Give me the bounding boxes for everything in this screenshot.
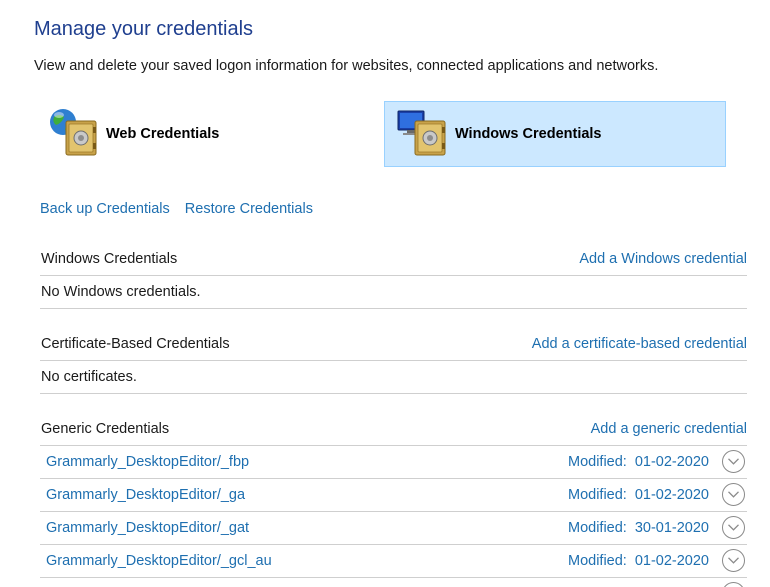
credential-name[interactable]: Grammarly_DesktopEditor/_ga: [46, 487, 245, 503]
generic-credentials-header: Generic Credentials Add a generic creden…: [40, 412, 747, 446]
no-certificates-text: No certificates.: [40, 361, 747, 394]
restore-credentials-link[interactable]: Restore Credentials: [185, 201, 313, 217]
chevron-down-icon[interactable]: [722, 516, 745, 539]
chevron-down-icon[interactable]: [722, 450, 745, 473]
add-windows-credential-link[interactable]: Add a Windows credential: [579, 251, 747, 267]
credential-name[interactable]: Grammarly_DesktopEditor/_gcl_au: [46, 553, 272, 569]
credential-name[interactable]: Grammarly_DesktopEditor/_gat: [46, 520, 249, 536]
tab-web-credentials[interactable]: Web Credentials: [36, 101, 366, 167]
certificate-credentials-title: Certificate-Based Credentials: [41, 336, 230, 352]
windows-credentials-header: Windows Credentials Add a Windows creden…: [40, 242, 747, 276]
windows-credentials-section: Windows Credentials Add a Windows creden…: [40, 242, 747, 309]
tab-windows-credentials-label: Windows Credentials: [455, 126, 602, 142]
page-subtitle: View and delete your saved logon informa…: [34, 58, 659, 74]
no-windows-credentials-text: No Windows credentials.: [40, 276, 747, 309]
generic-credentials-title: Generic Credentials: [41, 421, 170, 437]
modified-label: Modified:: [567, 487, 627, 503]
modified-date: 01-02-2020: [634, 553, 709, 569]
backup-restore-links: Back up Credentials Restore Credentials: [40, 201, 313, 217]
page-title: Manage your credentials: [34, 18, 254, 40]
credential-modified: Modified: 01-02-2020: [568, 553, 709, 569]
tab-windows-credentials[interactable]: Windows Credentials: [384, 101, 726, 167]
credential-modified: Modified: 01-02-2020: [568, 454, 709, 470]
credential-name[interactable]: Grammarly_DesktopEditor/_fbp: [46, 454, 249, 470]
certificate-credentials-header: Certificate-Based Credentials Add a cert…: [40, 327, 747, 361]
modified-label: Modified:: [567, 520, 627, 536]
credential-manager-page: Manage your credentials View and delete …: [0, 0, 770, 587]
windows-credentials-title: Windows Credentials: [41, 251, 178, 267]
chevron-down-icon[interactable]: [722, 549, 745, 572]
chevron-down-icon[interactable]: [722, 483, 745, 506]
chevron-down-icon[interactable]: [722, 582, 745, 587]
modified-date: 01-02-2020: [634, 454, 709, 470]
credential-row[interactable]: Grammarly_DesktopEditor/_fbp Modified: 01…: [40, 446, 747, 479]
credential-row[interactable]: Grammarly_DesktopEditor/_ga Modified: 01-…: [40, 479, 747, 512]
modified-label: Modified:: [567, 454, 627, 470]
credential-row-partial[interactable]: [40, 578, 747, 587]
tab-web-credentials-label: Web Credentials: [106, 126, 220, 142]
backup-credentials-link[interactable]: Back up Credentials: [40, 201, 170, 217]
globe-safe-icon: [46, 105, 104, 163]
credential-row[interactable]: Grammarly_DesktopEditor/_gat Modified: 30…: [40, 512, 747, 545]
add-certificate-credential-link[interactable]: Add a certificate-based credential: [532, 336, 747, 352]
add-generic-credential-link[interactable]: Add a generic credential: [591, 421, 747, 437]
modified-label: Modified:: [567, 553, 627, 569]
computer-safe-icon: [395, 105, 453, 163]
credential-modified: Modified: 01-02-2020: [568, 487, 709, 503]
certificate-credentials-section: Certificate-Based Credentials Add a cert…: [40, 327, 747, 394]
modified-date: 30-01-2020: [634, 520, 709, 536]
modified-date: 01-02-2020: [634, 487, 709, 503]
credential-modified: Modified: 30-01-2020: [568, 520, 709, 536]
generic-credentials-section: Generic Credentials Add a generic creden…: [40, 412, 747, 587]
credential-row[interactable]: Grammarly_DesktopEditor/_gcl_au Modified…: [40, 545, 747, 578]
